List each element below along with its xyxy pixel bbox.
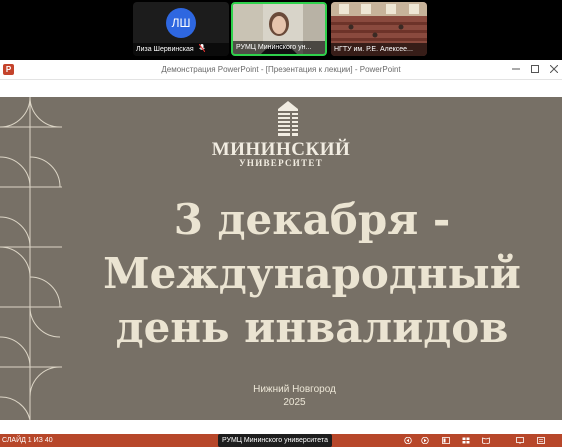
powerpoint-window: P Демонстрация PowerPoint - [Презентация… (0, 60, 562, 447)
minimize-icon (512, 68, 520, 70)
slide-sorter-icon[interactable] (462, 437, 470, 444)
next-icon[interactable] (421, 437, 429, 444)
prev-icon[interactable] (404, 437, 412, 444)
minimize-button[interactable] (508, 60, 524, 80)
participant-tile[interactable]: ЛШ Лиза Шервинская (133, 2, 229, 56)
university-logo-icon (278, 101, 298, 136)
university-name-subtitle: УНИВЕРСИТЕТ (238, 158, 324, 168)
close-icon (549, 64, 559, 74)
participant-name: НГТУ им. Р.Е. Алексее... (334, 46, 413, 53)
notes-icon[interactable] (537, 437, 545, 444)
participant-name-bar: РУМЦ Мининского ун... (233, 41, 325, 54)
title-bar: P Демонстрация PowerPoint - [Презентация… (0, 60, 562, 80)
slide-year: 2025 (283, 397, 306, 408)
slide-headline-line: Международный (103, 249, 521, 298)
participant-name: Лиза Шервинская (136, 46, 194, 53)
presenter-label: РУМЦ Мининского университета (218, 434, 332, 447)
slide-counter: СЛАЙД 1 ИЗ 40 (2, 437, 53, 444)
slide-canvas[interactable]: МИНИНСКИЙ УНИВЕРСИТЕТ 3 декабря - Междун… (0, 97, 562, 420)
participant-tile-active-speaker[interactable]: РУМЦ Мининского ун... (231, 2, 327, 56)
maximize-icon (531, 65, 539, 73)
normal-view-icon[interactable] (442, 437, 450, 444)
window-title: Демонстрация PowerPoint - [Презентация к… (161, 65, 401, 74)
participant-name: РУМЦ Мининского ун... (236, 44, 312, 51)
participant-name-bar: Лиза Шервинская (133, 43, 229, 56)
slide-headline-line: 3 декабря - (173, 195, 451, 244)
participant-tile[interactable]: НГТУ им. Р.Е. Алексее... (331, 2, 427, 56)
status-bar: СЛАЙД 1 ИЗ 40 РУМЦ Мининского университе… (0, 434, 562, 447)
avatar: ЛШ (166, 8, 196, 38)
slide-headline-line: день инвалидов (115, 303, 509, 352)
participants-strip: ЛШ Лиза Шервинская РУМЦ Мининского ун... (0, 0, 562, 60)
slide-city: Нижний Новгород (253, 384, 336, 395)
participant-name-bar: НГТУ им. Р.Е. Алексее... (331, 43, 427, 56)
close-button[interactable] (546, 60, 562, 80)
mic-muted-icon (198, 43, 206, 53)
maximize-button[interactable] (527, 60, 543, 80)
reading-view-icon[interactable] (482, 437, 490, 444)
slideshow-icon[interactable] (516, 437, 524, 444)
